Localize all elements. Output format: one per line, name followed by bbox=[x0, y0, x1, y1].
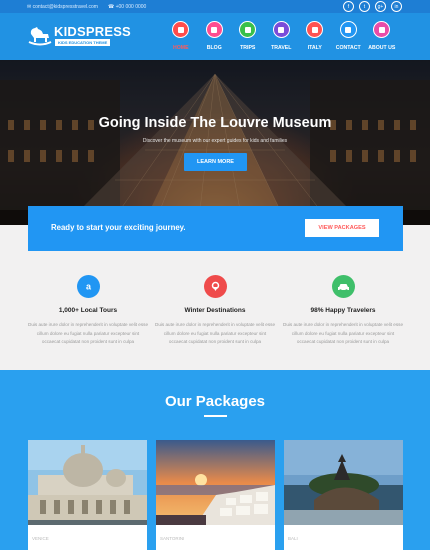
rocking-horse-icon bbox=[28, 27, 52, 46]
package-caption: SANTORINI bbox=[160, 536, 185, 541]
package-caption: BALI bbox=[288, 536, 298, 541]
location-icon bbox=[203, 275, 227, 298]
feature-winter-destinations: Winter Destinations Duis aute irure dolo… bbox=[155, 275, 275, 347]
nav-label: ABOUT US bbox=[368, 45, 396, 51]
nav-item-contact[interactable]: CONTACT bbox=[332, 21, 366, 51]
brand-name: KIDSPRESS bbox=[54, 24, 131, 39]
nav-item-italy[interactable]: ITALY bbox=[298, 21, 332, 51]
nav-label: TRIPS bbox=[240, 45, 256, 51]
nav-label: HOME bbox=[172, 45, 189, 51]
brand-tagline: KIDS EDUCATION THEME bbox=[55, 39, 111, 46]
google-plus-icon[interactable]: g+ bbox=[375, 1, 386, 12]
santorini-image bbox=[156, 440, 275, 525]
feature-title: 1,000+ Local Tours bbox=[58, 307, 118, 314]
svg-text:a: a bbox=[85, 282, 91, 292]
hero-subtitle: Discover the museum with our expert guid… bbox=[142, 138, 288, 144]
email-text[interactable]: ✉ contact@kidspresstravel.com bbox=[27, 4, 98, 10]
car-icon bbox=[331, 275, 355, 298]
phone-text: ☎ +00 000 0000 bbox=[107, 4, 147, 10]
nav-item-travel[interactable]: TRAVEL bbox=[265, 21, 299, 51]
venice-image bbox=[28, 440, 147, 525]
chat-icon bbox=[306, 21, 324, 38]
email-value: contact@kidspresstravel.com bbox=[32, 4, 98, 10]
list-icon bbox=[272, 21, 290, 38]
top-bar: ✉ contact@kidspresstravel.com ☎ +00 000 … bbox=[0, 0, 430, 13]
feature-title: Winter Destinations bbox=[184, 307, 246, 314]
amazon-icon: a bbox=[76, 275, 100, 298]
pencil-icon bbox=[205, 21, 223, 38]
package-caption: VENICE bbox=[32, 536, 49, 541]
nav-label: CONTACT bbox=[335, 45, 361, 51]
nav-item-about-us[interactable]: ABOUT US bbox=[365, 21, 399, 51]
bali-temple-image bbox=[284, 440, 403, 525]
feature-local-tours: a 1,000+ Local Tours Duis aute irure dol… bbox=[28, 275, 148, 347]
phone-value: +00 000 0000 bbox=[115, 4, 147, 10]
feature-title: 98% Happy Travelers bbox=[310, 307, 376, 314]
hero-banner: Going Inside The Louvre Museum Discover … bbox=[0, 60, 430, 225]
home-icon bbox=[172, 21, 190, 38]
phone-icon bbox=[339, 21, 357, 38]
twitter-icon[interactable]: t bbox=[359, 1, 370, 12]
site-logo[interactable]: KIDSPRESS KIDS EDUCATION THEME bbox=[28, 24, 131, 49]
package-card-venice[interactable]: VENICE bbox=[28, 440, 147, 550]
nav-item-blog[interactable]: BLOG bbox=[198, 21, 232, 51]
cta-banner: Ready to start your exciting journey. VI… bbox=[28, 206, 403, 251]
nav-item-trips[interactable]: TRIPS bbox=[231, 21, 265, 51]
package-card-santorini[interactable]: SANTORINI bbox=[156, 440, 275, 550]
packages-heading: Our Packages bbox=[164, 393, 266, 410]
nav-label: TRAVEL bbox=[271, 45, 292, 51]
heading-underline bbox=[204, 415, 227, 417]
nav-item-home[interactable]: HOME bbox=[164, 21, 198, 51]
learn-more-button[interactable]: LEARN MORE bbox=[184, 153, 247, 171]
nav-label: BLOG bbox=[206, 45, 222, 51]
user-icon bbox=[373, 21, 391, 38]
hero-title: Going Inside The Louvre Museum bbox=[98, 115, 332, 131]
main-nav: HOME BLOG TRIPS TRAVEL ITALY CONTACT ABO… bbox=[164, 21, 399, 51]
site-header: KIDSPRESS KIDS EDUCATION THEME HOME BLOG… bbox=[0, 13, 430, 60]
package-card-bali[interactable]: BALI bbox=[284, 440, 403, 550]
linkedin-icon[interactable]: in bbox=[391, 1, 402, 12]
social-links: f t g+ in bbox=[343, 1, 402, 12]
feature-description: Duis aute irure dolor in reprehenderit i… bbox=[28, 322, 149, 344]
view-packages-button[interactable]: VIEW PACKAGES bbox=[305, 219, 379, 237]
feature-description: Duis aute irure dolor in reprehenderit i… bbox=[283, 322, 404, 344]
feature-description: Duis aute irure dolor in reprehenderit i… bbox=[155, 322, 276, 344]
packages-section: Our Packages VENICE SANTORINI BALI bbox=[0, 370, 430, 550]
contact-info: ✉ contact@kidspresstravel.com ☎ +00 000 … bbox=[27, 4, 146, 10]
nav-label: ITALY bbox=[307, 45, 322, 51]
facebook-icon[interactable]: f bbox=[343, 1, 354, 12]
feature-happy-travelers: 98% Happy Travelers Duis aute irure dolo… bbox=[283, 275, 403, 347]
leaf-icon bbox=[239, 21, 257, 38]
cta-text: Ready to start your exciting journey. bbox=[51, 223, 186, 232]
